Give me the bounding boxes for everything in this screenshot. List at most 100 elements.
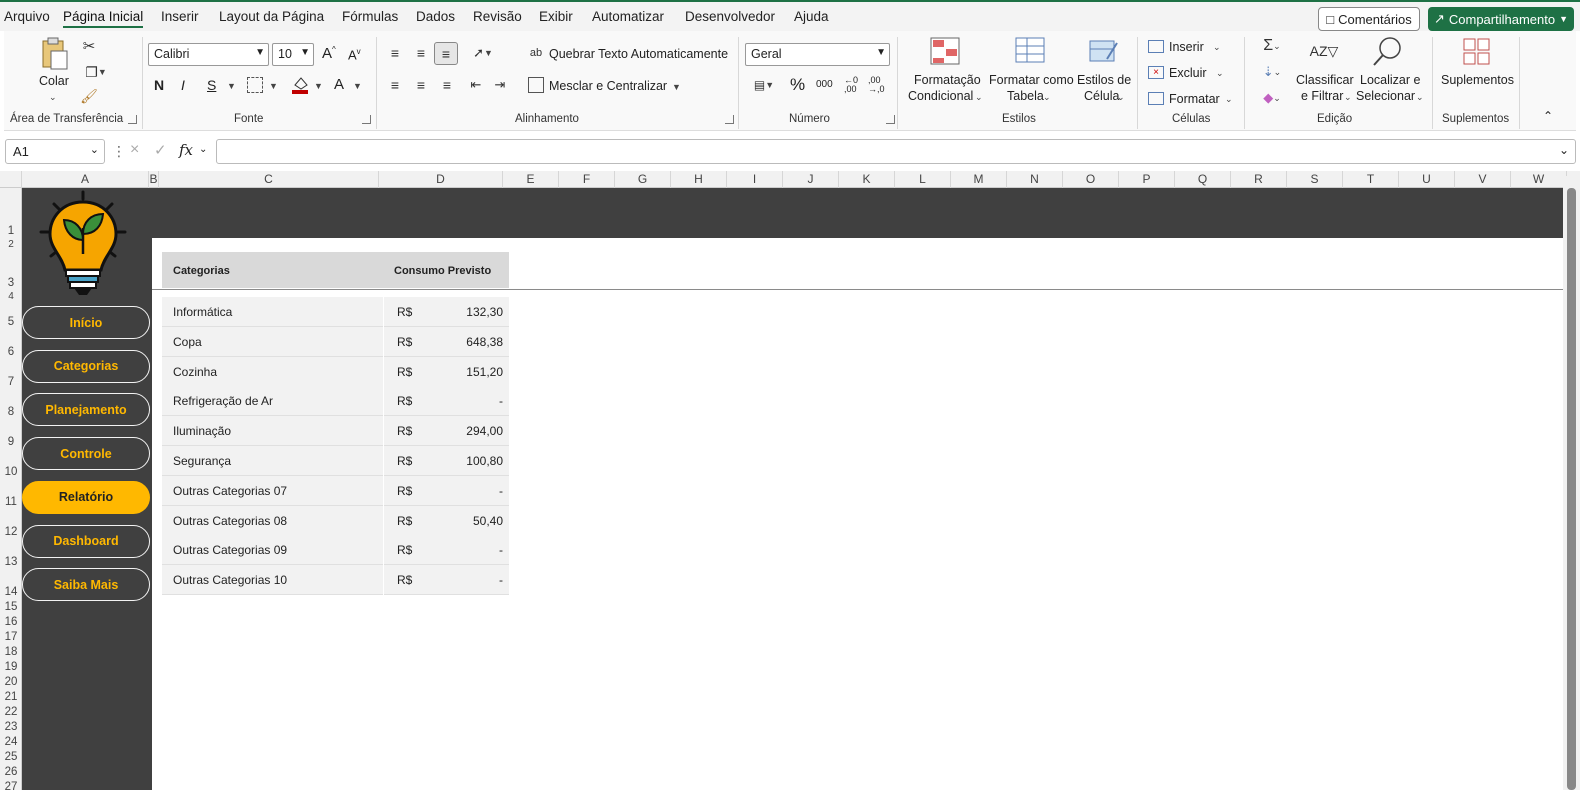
column-header[interactable]: W <box>1511 171 1567 188</box>
column-header[interactable]: I <box>727 171 783 188</box>
underline-button[interactable]: S <box>207 77 216 93</box>
tab-automatizar[interactable]: Automatizar <box>592 9 664 24</box>
paste-icon[interactable] <box>36 37 70 71</box>
fill-color-icon[interactable] <box>291 75 309 95</box>
conditional-format-l2[interactable]: Condicional <box>908 89 973 103</box>
insert-cells-button[interactable]: Inserir <box>1169 40 1204 54</box>
sort-filter-icon[interactable]: AZ▽ <box>1309 37 1339 65</box>
format-painter-icon[interactable]: 🖌 <box>80 87 98 105</box>
chevron-down-icon[interactable]: ⌄ <box>1225 94 1233 105</box>
collapse-ribbon-icon[interactable]: ⌃ <box>1543 109 1553 123</box>
font-color-icon[interactable]: A <box>334 76 344 93</box>
insert-function-icon[interactable]: fx <box>179 141 193 159</box>
autosum-icon[interactable]: Σ ⌄ <box>1256 37 1288 54</box>
row-header[interactable]: 22 <box>0 705 22 719</box>
column-header[interactable]: E <box>503 171 559 188</box>
wrap-text-button[interactable]: Quebrar Texto Automaticamente <box>549 47 728 61</box>
nav-button-dashboard[interactable]: Dashboard <box>22 524 150 558</box>
name-box[interactable]: A1 ⌄ <box>5 139 105 164</box>
orientation-icon[interactable]: ➚ ▼ <box>467 45 499 61</box>
conditional-format-l1[interactable]: Formatação <box>914 73 981 87</box>
chevron-down-icon[interactable]: ⌄ <box>1344 92 1352 103</box>
row-header[interactable]: 21 <box>0 690 22 704</box>
row-header[interactable]: 18 <box>0 645 22 659</box>
row-header[interactable]: 26 <box>0 765 22 779</box>
tab-pagina-inicial[interactable]: Página Inicial <box>63 9 144 28</box>
row-header[interactable]: 27 <box>0 780 22 794</box>
row-header[interactable]: 20 <box>0 675 22 689</box>
row-header[interactable]: 25 <box>0 750 22 764</box>
decrease-font-icon[interactable]: Av <box>348 47 361 62</box>
row-header[interactable]: 1 <box>0 224 22 238</box>
merge-center-button[interactable]: Mesclar e Centralizar <box>549 79 667 93</box>
dialog-launcher-icon[interactable] <box>886 115 895 124</box>
column-header[interactable]: N <box>1007 171 1063 188</box>
align-right-icon[interactable]: ≡ <box>438 77 456 93</box>
worksheet[interactable]: Início Categorias Planejamento Controle Rela… <box>22 188 1563 790</box>
tab-arquivo[interactable]: Arquivo <box>4 9 50 24</box>
merge-center-icon[interactable] <box>528 77 544 93</box>
nav-button-in-cio[interactable]: Início <box>22 306 150 339</box>
clear-icon[interactable]: ◆ ⌄ <box>1256 90 1288 106</box>
column-header[interactable]: D <box>379 171 503 188</box>
row-header[interactable]: 13 <box>0 555 22 569</box>
dialog-launcher-icon[interactable] <box>362 115 371 124</box>
expand-formula-icon[interactable]: ⌄ <box>1559 143 1569 157</box>
vertical-scrollbar[interactable] <box>1563 176 1580 790</box>
column-header[interactable]: J <box>783 171 839 188</box>
column-header[interactable]: K <box>839 171 895 188</box>
tab-layout[interactable]: Layout da Página <box>219 9 324 24</box>
chevron-down-icon[interactable]: ⌄ <box>1043 92 1051 103</box>
column-header[interactable]: G <box>615 171 671 188</box>
scroll-thumb[interactable] <box>1567 188 1576 790</box>
row-header[interactable]: 24 <box>0 735 22 749</box>
addins-button[interactable]: Suplementos <box>1441 73 1514 87</box>
row-header[interactable]: 9 <box>0 435 22 449</box>
nav-button-controle[interactable]: Controle <box>22 437 150 471</box>
share-button[interactable]: ↗ Compartilhamento ▼ <box>1428 7 1574 31</box>
format-cells-button[interactable]: Formatar <box>1169 92 1220 106</box>
column-header[interactable]: V <box>1455 171 1511 188</box>
chevron-down-icon[interactable]: ⌄ <box>199 144 207 155</box>
formula-input[interactable]: ⌄ <box>216 139 1576 164</box>
borders-icon[interactable] <box>247 77 263 93</box>
row-header[interactable]: 12 <box>0 525 22 539</box>
align-middle-icon[interactable]: ≡ <box>412 45 430 61</box>
sort-filter-l2[interactable]: e Filtrar <box>1301 89 1343 103</box>
more-options-icon[interactable]: ⋮ <box>112 143 126 160</box>
chevron-down-icon[interactable]: ⌄ <box>1213 42 1221 53</box>
conditional-format-icon[interactable] <box>930 37 960 65</box>
sort-filter-l1[interactable]: Classificar <box>1296 73 1354 87</box>
tab-dados[interactable]: Dados <box>416 9 455 24</box>
column-header[interactable]: P <box>1119 171 1175 188</box>
row-header[interactable]: 10 <box>0 465 22 479</box>
italic-button[interactable]: I <box>181 77 185 93</box>
row-header[interactable]: 23 <box>0 720 22 734</box>
tab-exibir[interactable]: Exibir <box>539 9 573 24</box>
chevron-down-icon[interactable]: ▼ <box>353 81 362 91</box>
chevron-down-icon[interactable]: ▼ <box>227 81 236 91</box>
dialog-launcher-icon[interactable] <box>128 115 137 124</box>
row-header[interactable]: 3 <box>0 276 22 290</box>
find-select-l2[interactable]: Selecionar <box>1356 89 1415 103</box>
chevron-down-icon[interactable]: ▼ <box>672 82 681 92</box>
column-header[interactable]: F <box>559 171 615 188</box>
bold-button[interactable]: N <box>154 77 164 93</box>
row-header[interactable]: 14 <box>0 585 22 599</box>
insert-cells-icon[interactable] <box>1148 40 1164 53</box>
thousands-icon[interactable]: 000 <box>816 79 833 90</box>
column-header[interactable]: A <box>22 171 149 188</box>
column-header[interactable]: C <box>159 171 379 188</box>
percent-icon[interactable]: % <box>790 75 805 95</box>
column-header[interactable]: S <box>1287 171 1343 188</box>
chevron-down-icon[interactable]: ▼ <box>314 81 323 91</box>
row-header[interactable]: 5 <box>0 315 22 329</box>
font-name-select[interactable]: Calibri ▼ <box>148 43 269 66</box>
column-header[interactable]: R <box>1231 171 1287 188</box>
decrease-decimal-icon[interactable]: ,00 →,0 <box>868 76 885 94</box>
column-header[interactable]: B <box>149 171 159 188</box>
align-bottom-icon[interactable]: ≡ <box>434 42 458 65</box>
decrease-indent-icon[interactable]: ⇤ <box>467 77 485 93</box>
addins-icon[interactable] <box>1462 37 1492 67</box>
cut-icon[interactable]: ✂ <box>80 37 98 55</box>
